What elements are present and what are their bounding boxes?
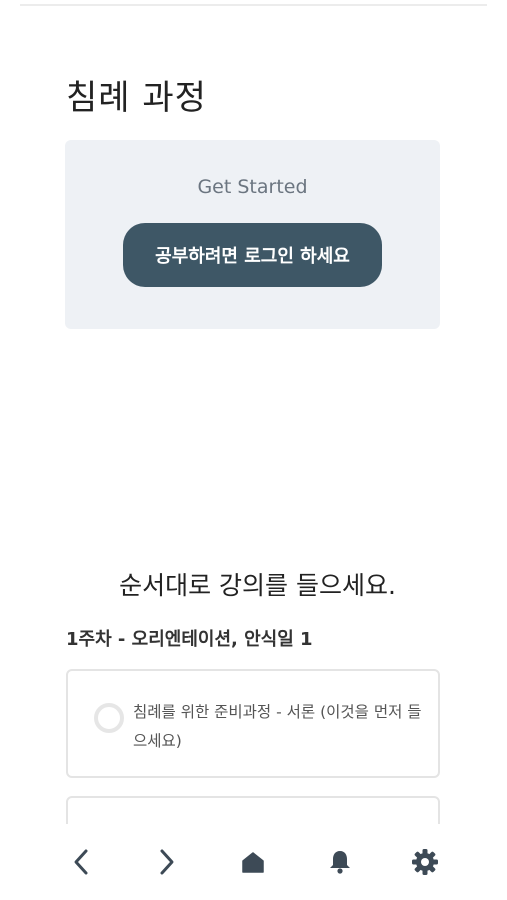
login-button[interactable]: 공부하려면 로그인 하세요: [123, 223, 382, 287]
forward-button[interactable]: [145, 840, 189, 884]
home-icon: [242, 852, 264, 873]
back-button[interactable]: [59, 840, 103, 884]
lesson-item[interactable]: 침례를 위한 준비과정 - 서론 (이것을 먼저 들으세요): [66, 669, 440, 778]
page: 침례 과정 Get Started 공부하려면 로그인 하세요 순서대로 강의를…: [0, 0, 507, 900]
bottom-nav: [0, 824, 507, 900]
get-started-heading: Get Started: [197, 176, 308, 198]
bell-icon: [330, 851, 350, 874]
top-divider: [20, 4, 487, 6]
page-title: 침례 과정: [66, 78, 207, 118]
chevron-left-icon: [74, 849, 88, 875]
settings-button[interactable]: [403, 840, 447, 884]
lesson-status-icon: [94, 703, 124, 733]
home-button[interactable]: [231, 840, 275, 884]
instructions-text: 순서대로 강의를 들으세요.: [119, 571, 396, 600]
week-title: 1주차 - 오리엔테이션, 안식일 1: [66, 629, 313, 650]
notifications-button[interactable]: [318, 840, 362, 884]
chevron-right-icon: [160, 849, 174, 875]
lesson-title: 침례를 위한 준비과정 - 서론 (이것을 먼저 들으세요): [133, 703, 422, 750]
gear-icon: [412, 849, 438, 875]
get-started-card: Get Started 공부하려면 로그인 하세요: [65, 140, 440, 329]
